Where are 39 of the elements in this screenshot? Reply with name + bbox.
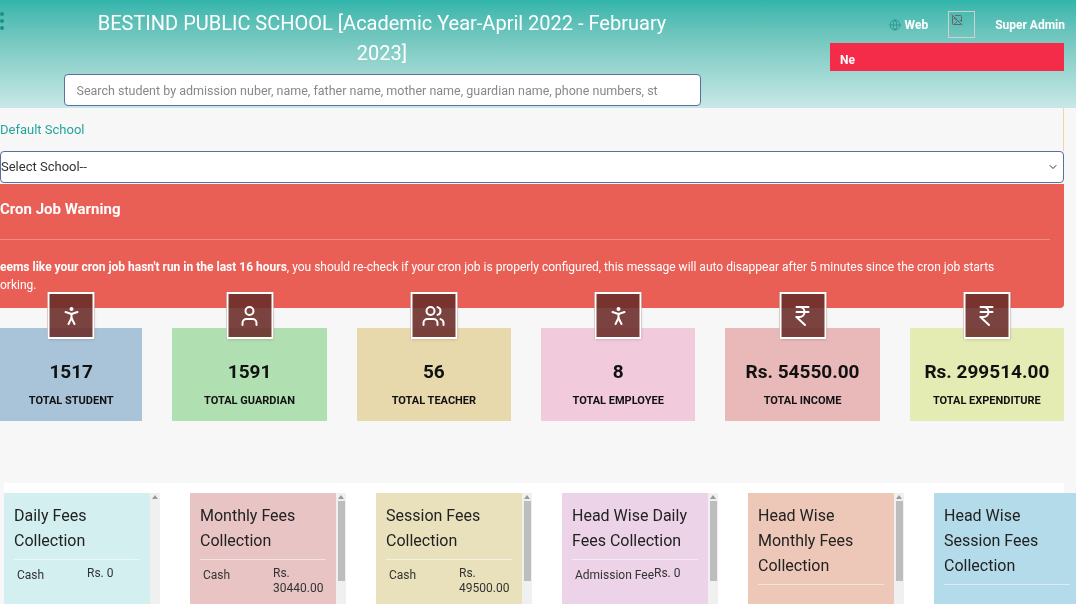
notice-field[interactable]: Ne — [830, 43, 1064, 71]
stat-label: TOTAL GUARDIAN — [204, 392, 295, 409]
stat-label: TOTAL TEACHER — [391, 392, 477, 409]
fee-card-title: Head Wise Session Fees Collection — [944, 505, 1040, 577]
stat-value: 8 — [612, 359, 624, 385]
warning-title: Cron Job Warning — [0, 199, 122, 220]
fee-row-label: Cash — [389, 567, 417, 584]
fee-card-title: Head Wise Daily Fees Collection — [572, 505, 688, 552]
warning-message: eems like your cron job hasn't run in the last 16 hours, you should re-check if your cron job is properly configured, this message will auto disappear after 5 minutes since the cron job starts orking. — [0, 258, 996, 294]
school-title: BESTIND PUBLIC SCHOOL [Academic Year-April 2022 - February 2023] — [96, 10, 668, 67]
stat-value: Rs. 54550.00 — [745, 359, 860, 385]
stat-value: 56 — [422, 359, 445, 385]
fee-row-label: Cash — [17, 567, 45, 584]
group-icon — [421, 303, 446, 328]
fee-card-title: Daily Fees Collection — [14, 505, 88, 552]
globe-icon — [888, 18, 901, 31]
fee-row-amount: Rs. 49500.00 — [459, 566, 509, 596]
stat-value: 1517 — [49, 359, 93, 385]
fee-card-title: Head Wise Monthly Fees Collection — [758, 505, 855, 577]
stat-value: Rs. 299514.00 — [924, 359, 1050, 385]
fee-row-amount: Rs. 0 — [87, 566, 115, 582]
stat-label: TOTAL EMPLOYEE — [572, 392, 664, 409]
stat-value: 1591 — [227, 359, 272, 385]
search-field[interactable]: Search student by admission nuber, name, father name, mother name, guardian name, phone numbers, st — [63, 74, 701, 106]
fee-card-title: Session Fees Collection — [386, 505, 482, 552]
school-label: Default School — [0, 120, 85, 139]
broken-image-icon — [951, 14, 964, 26]
stat-label: TOTAL STUDENT — [28, 392, 114, 409]
web-link[interactable]: Web — [904, 15, 929, 34]
fee-row-label: Cash — [203, 567, 231, 584]
fee-row-amount: Rs. 0 — [654, 566, 682, 582]
stat-label: TOTAL INCOME — [763, 392, 842, 409]
fee-card-title: Monthly Fees Collection — [200, 505, 297, 552]
stat-label: TOTAL EXPENDITURE — [932, 392, 1041, 409]
fee-row-label: Admission Fee — [575, 567, 655, 584]
school-select[interactable]: Select School-- — [0, 151, 1064, 183]
fee-row-amount: Rs. 30440.00 — [273, 566, 323, 596]
menu-icon[interactable] — [0, 12, 4, 30]
user-name[interactable]: Super Admin — [995, 15, 1065, 34]
